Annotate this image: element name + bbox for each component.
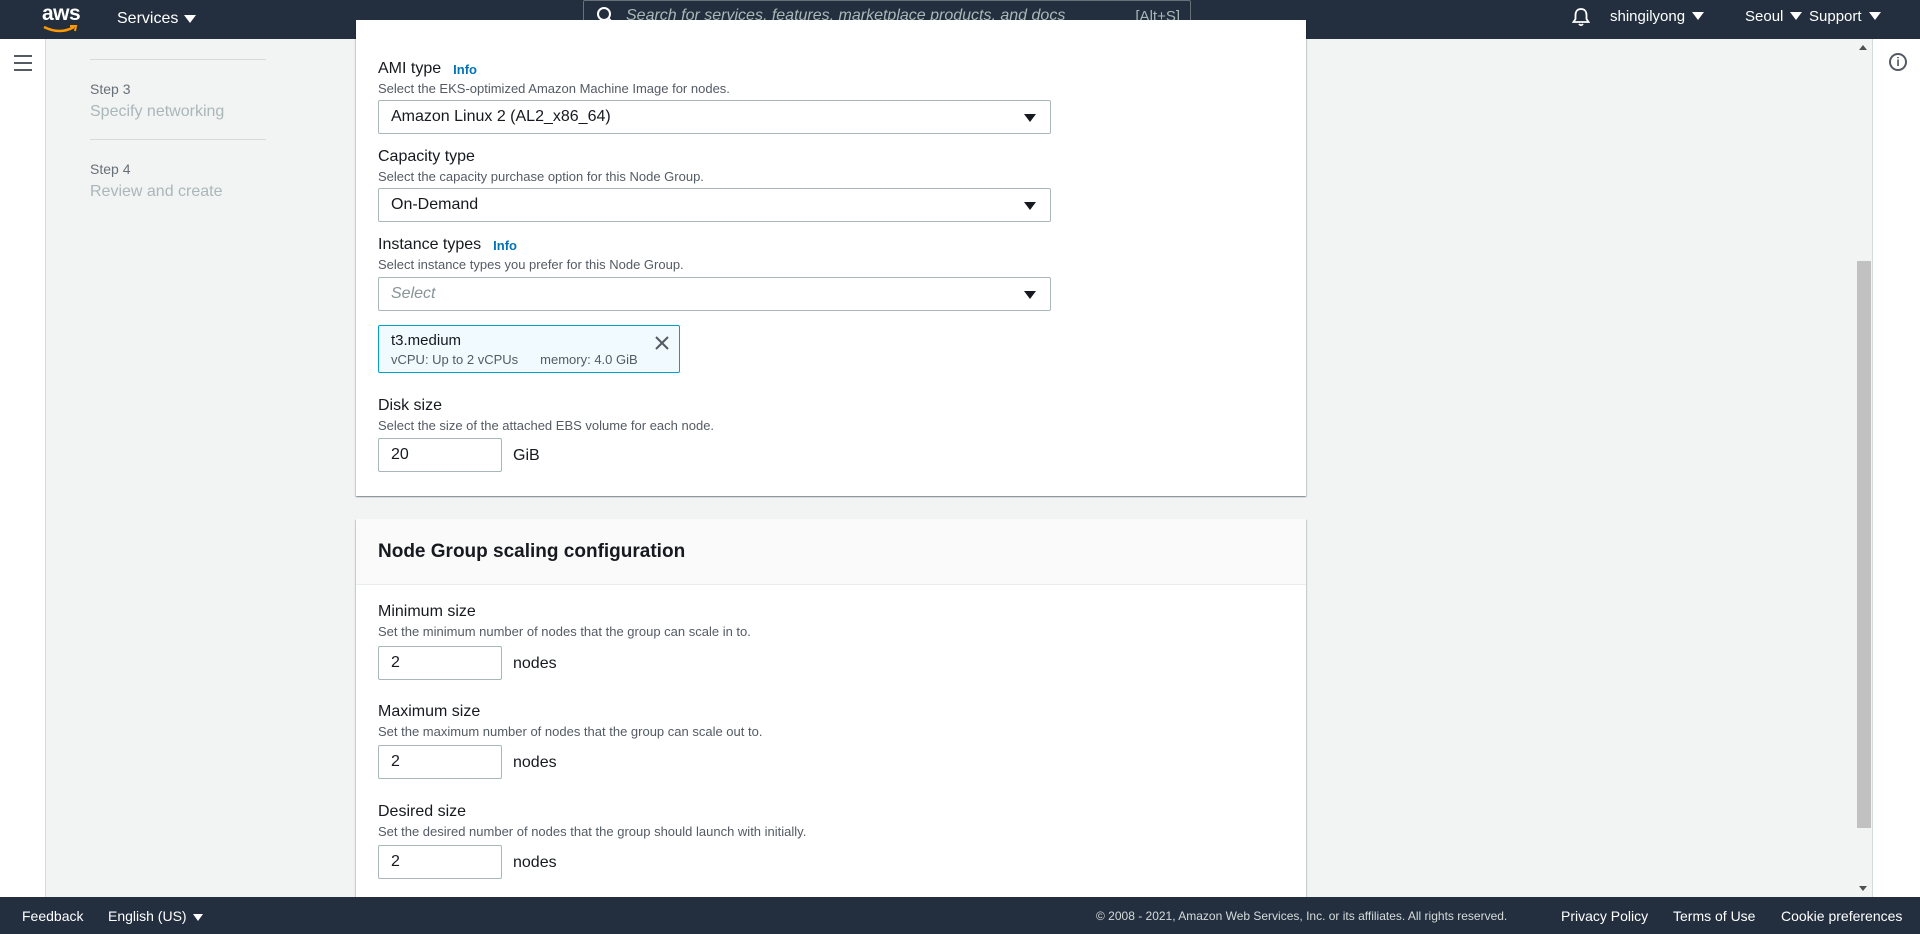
scaling-configuration-panel: Node Group scaling configuration Minimum… [356, 519, 1306, 899]
remove-token-icon[interactable] [653, 334, 671, 352]
step-divider [90, 139, 266, 140]
disk-size-label: Disk size [378, 397, 443, 414]
disk-size-unit: GiB [513, 447, 540, 464]
services-menu[interactable]: Services [117, 6, 197, 32]
maximum-size-input[interactable]: 2 [378, 745, 502, 779]
aws-smile-icon [43, 25, 78, 33]
desired-size-label-row: Desired size [378, 803, 806, 821]
feedback-link[interactable]: Feedback [22, 908, 83, 924]
minimum-size-unit: nodes [513, 655, 557, 672]
disk-size-description: Select the size of the attached EBS volu… [378, 418, 715, 433]
region-name: Seoul [1745, 7, 1784, 25]
caret-down-icon [1692, 12, 1705, 20]
capacity-type-description: Select the capacity purchase option for … [378, 169, 704, 184]
services-label: Services [117, 10, 179, 27]
instance-types-description: Select instance types you prefer for thi… [378, 257, 684, 272]
scrollbar-thumb[interactable] [1857, 261, 1871, 828]
capacity-type-label: Capacity type [378, 148, 475, 165]
copyright-text: © 2008 - 2021, Amazon Web Services, Inc.… [1096, 909, 1508, 923]
maximum-size-description: Set the maximum number of nodes that the… [378, 724, 763, 739]
caret-down-icon [1790, 12, 1803, 20]
desired-size-field: Desired size Set the desired number of n… [378, 803, 806, 839]
instance-types-info-link[interactable]: Info [493, 238, 517, 253]
capacity-type-field: Capacity type Select the capacity purcha… [378, 148, 704, 184]
step-3: Step 3 Specify networking [90, 81, 266, 121]
user-name: shingilyong [1610, 7, 1686, 25]
ami-type-label-row: AMI type Info [378, 60, 730, 78]
scroll-up-arrow-icon[interactable] [1859, 45, 1867, 50]
terms-of-use-link[interactable]: Terms of Use [1673, 908, 1755, 924]
minimum-size-label-row: Minimum size [378, 603, 751, 621]
caret-down-icon [1868, 12, 1881, 20]
help-panel-rail: i [1872, 39, 1920, 897]
token-vcpu: vCPU: Up to 2 vCPUs [391, 352, 519, 367]
minimum-size-field: Minimum size Set the minimum number of n… [378, 603, 751, 639]
privacy-policy-link[interactable]: Privacy Policy [1561, 908, 1648, 924]
token-instance-name: t3.medium [391, 332, 462, 349]
disk-size-label-row: Disk size [378, 397, 714, 415]
info-icon[interactable]: i [1889, 53, 1907, 71]
capacity-type-label-row: Capacity type [378, 148, 704, 166]
disk-size-input[interactable]: 20 [378, 438, 502, 472]
desired-size-description: Set the desired number of nodes that the… [378, 824, 807, 839]
notifications-bell-icon[interactable] [1570, 6, 1592, 28]
desired-size-label: Desired size [378, 803, 467, 820]
support-menu[interactable]: Support [1809, 0, 1881, 32]
step-number: Step 4 [90, 161, 131, 177]
step-title-review-and-create[interactable]: Review and create [90, 183, 266, 201]
scaling-panel-header: Node Group scaling configuration [356, 519, 1306, 585]
step-title-specify-networking[interactable]: Specify networking [90, 103, 266, 121]
ami-type-label: AMI type [378, 60, 442, 77]
cookie-preferences-link[interactable]: Cookie preferences [1781, 908, 1902, 924]
instance-type-token: t3.medium vCPU: Up to 2 vCPUs memory: 4.… [378, 325, 680, 373]
maximum-size-field: Maximum size Set the maximum number of n… [378, 703, 762, 739]
desired-size-unit: nodes [513, 854, 557, 871]
aws-logo[interactable]: aws [40, 2, 81, 36]
instance-types-label: Instance types [378, 236, 482, 253]
caret-down-icon [1024, 114, 1036, 122]
step-number: Step 3 [90, 81, 131, 97]
user-menu[interactable]: shingilyong [1610, 0, 1705, 32]
scroll-down-arrow-icon[interactable] [1859, 886, 1867, 891]
instance-types-select[interactable]: Select [378, 277, 1051, 311]
left-navigation-rail [0, 39, 46, 897]
region-menu[interactable]: Seoul [1745, 0, 1803, 32]
minimum-size-label: Minimum size [378, 603, 476, 620]
language-label: English (US) [108, 908, 187, 924]
minimum-size-input[interactable]: 2 [378, 646, 502, 680]
page-scrollbar[interactable] [1855, 39, 1872, 897]
support-label: Support [1809, 7, 1862, 25]
desired-size-input[interactable]: 2 [378, 845, 502, 879]
maximum-size-label-row: Maximum size [378, 703, 762, 721]
step-4: Step 4 Review and create [90, 161, 266, 201]
footer: Feedback English (US) © 2008 - 2021, Ama… [0, 897, 1920, 934]
maximum-size-label: Maximum size [378, 703, 481, 720]
aws-logo-text: aws [42, 2, 81, 25]
instance-types-field: Instance types Info Select instance type… [378, 236, 684, 272]
ami-type-select[interactable]: Amazon Linux 2 (AL2_x86_64) [378, 100, 1051, 134]
ami-type-value: Amazon Linux 2 (AL2_x86_64) [391, 108, 611, 125]
compute-configuration-panel: AMI type Info Select the EKS-optimized A… [356, 20, 1306, 496]
scaling-panel-title: Node Group scaling configuration [378, 541, 686, 562]
language-selector[interactable]: English (US) [108, 908, 203, 924]
minimum-size-description: Set the minimum number of nodes that the… [378, 624, 751, 639]
caret-down-icon [1024, 202, 1036, 210]
caret-down-icon [192, 913, 203, 921]
instance-types-label-row: Instance types Info [378, 236, 684, 254]
token-memory: memory: 4.0 GiB [540, 352, 638, 367]
caret-down-icon [184, 15, 197, 23]
capacity-type-select[interactable]: On-Demand [378, 188, 1051, 222]
maximum-size-unit: nodes [513, 754, 557, 771]
capacity-type-value: On-Demand [391, 196, 479, 213]
ami-type-field: AMI type Info Select the EKS-optimized A… [378, 60, 730, 96]
token-meta: vCPU: Up to 2 vCPUs memory: 4.0 GiB [391, 352, 667, 367]
menu-icon[interactable] [14, 55, 32, 71]
ami-type-description: Select the EKS-optimized Amazon Machine … [378, 81, 730, 96]
disk-size-field: Disk size Select the size of the attache… [378, 397, 714, 433]
ami-type-info-link[interactable]: Info [453, 62, 477, 77]
caret-down-icon [1024, 291, 1036, 299]
instance-types-placeholder: Select [391, 285, 436, 302]
step-divider [90, 59, 266, 60]
